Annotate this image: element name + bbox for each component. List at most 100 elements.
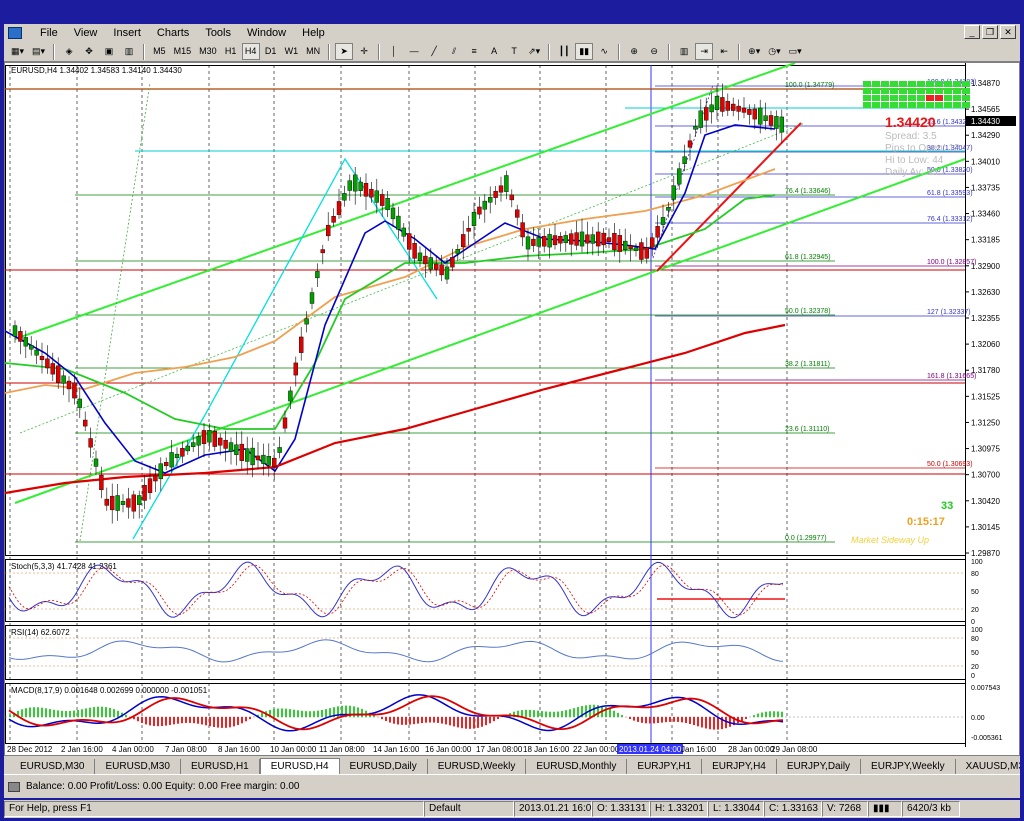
candle-body — [477, 206, 482, 215]
tester-icon[interactable]: ▥ — [120, 43, 138, 60]
autoscroll-icon[interactable]: ⇥ — [695, 43, 714, 60]
macd-histogram-bar — [473, 717, 475, 729]
time-tick-label: 4 Jan 00:00 — [112, 745, 154, 754]
periods-icon[interactable]: ◷▾ — [765, 43, 783, 60]
macd-histogram-bar — [197, 717, 199, 724]
macd-histogram-bar — [325, 709, 327, 717]
macd-histogram-bar — [93, 707, 95, 717]
candle-body — [277, 447, 282, 453]
timeframe-w1[interactable]: W1 — [282, 43, 302, 60]
candle-body — [104, 498, 110, 506]
zoom-out-icon[interactable]: ⊖ — [645, 43, 663, 60]
candle-body — [29, 344, 34, 350]
candle-body — [714, 96, 720, 110]
profiles-icon[interactable]: ▤▾ — [29, 43, 48, 60]
candle-body — [628, 245, 633, 250]
chart-tab[interactable]: EURUSD,Daily — [340, 759, 428, 774]
tile-windows-icon[interactable]: ▥ — [675, 43, 693, 60]
line-chart-icon[interactable]: ∿ — [595, 43, 613, 60]
chart-tab[interactable]: EURUSD,Monthly — [526, 759, 628, 774]
timeframe-d1[interactable]: D1 — [262, 43, 280, 60]
macd-histogram-bar — [45, 708, 47, 717]
indicators-icon[interactable]: ⊕▾ — [745, 43, 763, 60]
close-icon[interactable]: ✕ — [1000, 25, 1016, 39]
chart-window[interactable]: 1.34870 1.34565 1.34290 1.34010 1.33735 1.334… — [4, 62, 1020, 756]
macd-histogram-bar — [357, 707, 359, 717]
timeframe-h1[interactable]: H1 — [222, 43, 240, 60]
text-icon[interactable]: A — [485, 43, 503, 60]
timeframe-h4[interactable]: H4 — [241, 43, 260, 60]
horizontal-line-icon[interactable]: — — [405, 43, 423, 60]
macd-histogram-bar — [153, 717, 155, 726]
timeframe-mn[interactable]: MN — [303, 43, 323, 60]
chart-tab[interactable]: EURJPY,H4 — [702, 759, 777, 774]
chart-tab[interactable]: EURUSD,H1 — [181, 759, 260, 774]
candle-body — [255, 455, 261, 461]
candle-body — [520, 222, 525, 238]
timeframe-m30[interactable]: M30 — [196, 43, 220, 60]
macd-histogram-bar — [193, 717, 195, 724]
arrow-icon[interactable]: ⇗▾ — [525, 43, 543, 60]
candle-body — [536, 237, 541, 247]
candle-body — [250, 447, 255, 466]
menu-window[interactable]: Window — [239, 27, 294, 39]
minimize-icon[interactable]: _ — [964, 25, 980, 39]
terminal-icon[interactable]: ▣ — [100, 43, 118, 60]
macd-histogram-bar — [645, 717, 647, 724]
candle-body — [774, 116, 779, 129]
rsi-tick: 20 — [971, 664, 979, 671]
vertical-line-icon[interactable]: │ — [385, 43, 403, 60]
bar-chart-icon[interactable]: ┃┃ — [555, 43, 573, 60]
macd-tick: -0.005361 — [971, 735, 1003, 742]
macd-histogram-bar — [649, 717, 651, 724]
new-chart-icon[interactable]: ▦▾ — [8, 43, 27, 60]
chart-tab[interactable]: XAUUSD,M30 — [956, 759, 1020, 774]
candle-body — [212, 431, 218, 447]
menu-help[interactable]: Help — [294, 27, 333, 39]
crosshair-icon[interactable]: ✛ — [355, 43, 373, 60]
price-chart[interactable]: 1.348701.345651.342901.340101.337351.334… — [5, 63, 1019, 755]
channel-icon[interactable]: ⫽ — [445, 43, 463, 60]
time-tick-label: 14 Jan 16:00 — [373, 745, 420, 754]
chart-tab[interactable]: EURJPY,Daily — [777, 759, 862, 774]
macd-histogram-bar — [21, 709, 23, 717]
chart-tab[interactable]: EURJPY,Weekly — [861, 759, 956, 774]
templates-icon[interactable]: ▭▾ — [786, 43, 805, 60]
trendline-icon[interactable]: ╱ — [425, 43, 443, 60]
chart-tab-bar: EURUSD,M30 EURUSD,M30 EURUSD,H1 EURUSD,H4 EU… — [4, 756, 1020, 774]
candlestick-icon[interactable]: ▮▮ — [575, 43, 594, 60]
timeframe-m15[interactable]: M15 — [171, 43, 195, 60]
time-tick-label: 17 Jan 08:00 — [476, 745, 523, 754]
chart-tab[interactable]: EURUSD,M30 — [10, 759, 96, 774]
signal-cell — [944, 95, 952, 101]
menu-view[interactable]: View — [66, 27, 106, 39]
candle-body — [563, 235, 568, 244]
candle-body — [109, 495, 115, 511]
cursor-icon[interactable]: ➤ — [335, 43, 354, 60]
timeframe-m5[interactable]: M5 — [150, 43, 169, 60]
macd-histogram-bar — [273, 709, 275, 717]
macd-histogram-bar — [641, 717, 643, 723]
market-watch-icon[interactable]: ◈ — [60, 43, 78, 60]
candle-body — [201, 430, 207, 444]
restore-icon[interactable]: ❐ — [982, 25, 998, 39]
candle-body — [455, 249, 460, 254]
chart-tab[interactable]: EURUSD,Weekly — [428, 759, 527, 774]
menu-file[interactable]: File — [32, 27, 66, 39]
text-label-icon[interactable]: T — [505, 43, 523, 60]
chart-shift-icon[interactable]: ⇤ — [715, 43, 733, 60]
zoom-in-icon[interactable]: ⊕ — [625, 43, 643, 60]
macd-histogram-bar — [125, 714, 127, 717]
signal-cell — [962, 95, 970, 101]
menu-insert[interactable]: Insert — [105, 27, 149, 39]
fibonacci-icon[interactable]: ≡ — [465, 43, 483, 60]
current-price-label: 1.34430 — [971, 117, 1000, 126]
menu-charts[interactable]: Charts — [149, 27, 197, 39]
candle-body — [272, 457, 277, 467]
chart-tab[interactable]: EURUSD,H4 — [259, 758, 340, 774]
chart-tab[interactable]: EURUSD,M30 — [95, 759, 181, 774]
menu-tools[interactable]: Tools — [197, 27, 239, 39]
chart-tab[interactable]: EURJPY,H1 — [627, 759, 703, 774]
fib-ext-label: 161.8 (1.31665) — [927, 373, 976, 380]
navigator-icon[interactable]: ✥ — [80, 43, 98, 60]
